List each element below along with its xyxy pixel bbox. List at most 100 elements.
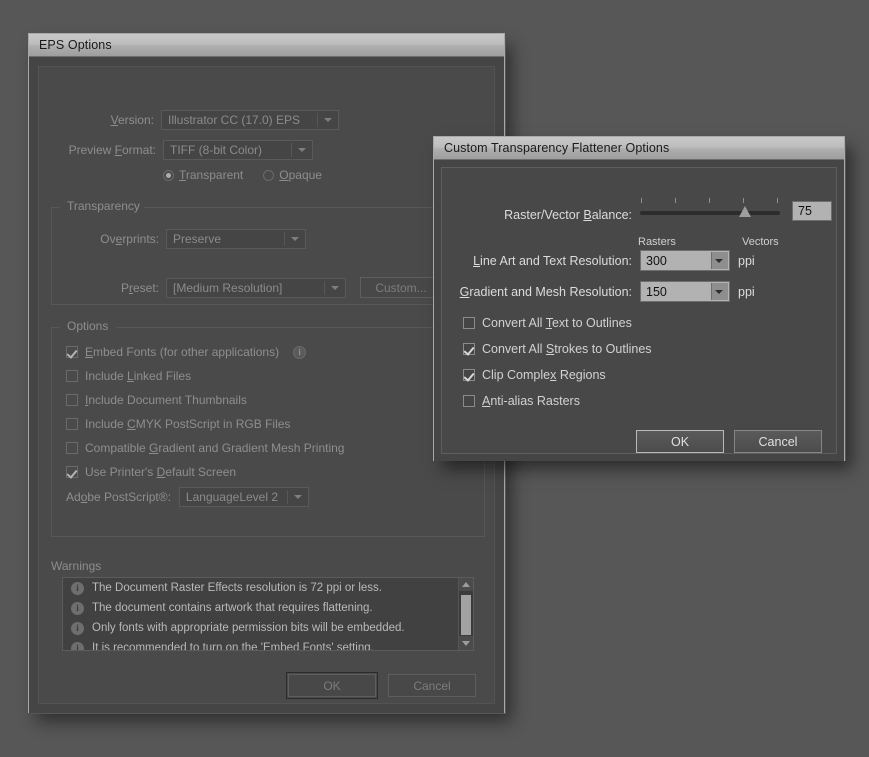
warnings-list[interactable]: i The Document Raster Effects resolution… [62,577,474,651]
checkbox-label: Embed Fonts (for other applications) [85,345,280,359]
warning-item: i It is recommended to turn on the 'Embe… [63,638,473,651]
info-icon: i [71,601,84,615]
checkbox-row[interactable]: Clip Complex Regions [463,368,803,382]
checkbox-compatible-gradient[interactable] [66,442,78,454]
slider-max-label: Vectors [742,236,779,248]
scrollbar-thumb[interactable] [461,595,471,635]
checkbox-convert-strokes-to-outlines[interactable] [463,343,475,355]
warnings-scrollbar[interactable] [458,578,473,650]
line-art-dropdown[interactable]: 300 [640,250,730,271]
transparency-legend: Transparency [62,199,145,213]
options-group: Options Embed Fonts (for other applicati… [51,319,486,537]
scroll-down-button[interactable] [459,636,473,650]
flattener-ok-button[interactable]: OK [636,430,724,453]
warning-text: It is recommended to turn on the 'Embed … [92,642,374,651]
postscript-dropdown[interactable]: LanguageLevel 2 [178,487,309,507]
postscript-value: LanguageLevel 2 [185,490,279,504]
checkbox-label: Include Document Thumbnails [85,393,247,407]
checkbox-row[interactable]: Compatible Gradient and Gradient Mesh Pr… [66,441,466,455]
options-checkbox-list: Embed Fonts (for other applications) i I… [66,345,466,489]
balance-value-input[interactable]: 75 [792,201,832,221]
gradient-dropdown[interactable]: 150 [640,281,730,302]
eps-button-bar: OK Cancel [286,672,476,699]
flattener-options-dialog: Custom Transparency Flattener Options Ra… [433,136,845,461]
version-dropdown[interactable]: Illustrator CC (17.0) EPS [160,110,339,130]
checkbox-use-printers-default-screen[interactable] [66,466,78,478]
checkbox-anti-alias-rasters[interactable] [463,395,475,407]
checkbox-embed-fonts[interactable] [66,346,78,358]
slider-min-label: Rasters [638,236,676,248]
checkbox-row[interactable]: Convert All Text to Outlines [463,316,803,330]
flattener-checkbox-list: Convert All Text to Outlines Convert All… [463,316,803,418]
checkbox-row[interactable]: Include CMYK PostScript in RGB Files [66,417,466,431]
gradient-label: Gradient and Mesh Resolution: [459,285,632,299]
checkbox-label: Convert All Strokes to Outlines [482,342,652,356]
checkbox-row[interactable]: Convert All Strokes to Outlines [463,342,803,356]
checkbox-include-cmyk-postscript[interactable] [66,418,78,430]
eps-cancel-button[interactable]: Cancel [388,674,476,697]
checkbox-label: Include Linked Files [85,369,192,383]
checkbox-include-document-thumbnails[interactable] [66,394,78,406]
preset-sep [324,280,325,295]
radio-opaque[interactable] [263,169,275,181]
overprints-sep [284,232,285,246]
checkbox-row[interactable]: Use Printer's Default Screen [66,465,466,479]
checkbox-label: Compatible Gradient and Gradient Mesh Pr… [85,441,345,455]
preset-dropdown[interactable]: [Medium Resolution] [166,277,346,298]
chevron-down-icon [331,285,339,290]
options-legend: Options [62,319,114,333]
chevron-down-icon [324,118,332,122]
postscript-label: Adobe PostScript®: [66,490,171,504]
checkbox-label: Include CMYK PostScript in RGB Files [85,417,291,431]
checkbox-label: Convert All Text to Outlines [482,316,632,330]
balance-value-text: 75 [798,204,812,218]
slider-track[interactable] [640,211,780,215]
warnings-section: Warnings i The Document Raster Effects r… [51,559,485,651]
eps-ok-button[interactable]: OK [286,672,378,699]
warning-text: The Document Raster Effects resolution i… [92,582,382,594]
radio-opaque-label: Opaque [279,168,322,182]
overprints-dropdown[interactable]: Preserve [166,229,306,249]
eps-dialog-title: EPS Options [39,38,112,52]
preset-value: [Medium Resolution] [173,280,283,295]
info-icon: i [71,581,84,595]
chevron-down-icon [715,289,723,294]
chevron-down-icon [715,258,723,263]
balance-label: Raster/Vector Balance: [504,208,632,222]
warning-item: i The document contains artwork that req… [63,598,473,618]
preview-format-value: TIFF (8-bit Color) [170,143,263,157]
slider-thumb[interactable] [739,206,751,217]
checkbox-label: Use Printer's Default Screen [85,465,237,479]
flattener-dialog-title: Custom Transparency Flattener Options [444,141,670,155]
checkbox-row[interactable]: Include Document Thumbnails [66,393,466,407]
eps-dialog-titlebar: EPS Options [29,34,504,57]
info-icon[interactable]: i [293,345,307,359]
checkbox-row[interactable]: Include Linked Files [66,369,466,383]
preset-label: Preset: [120,280,159,295]
checkbox-label: Anti-alias Rasters [482,394,580,408]
checkbox-convert-text-to-outlines[interactable] [463,317,475,329]
line-art-value: 300 [646,253,667,268]
preview-format-label: Preview Format: [68,143,156,157]
flattener-cancel-button[interactable]: Cancel [734,430,822,453]
warning-text: The document contains artwork that requi… [92,602,373,614]
custom-button[interactable]: Custom... [360,277,442,298]
balance-slider[interactable] [640,198,780,232]
preview-format-dropdown[interactable]: TIFF (8-bit Color) [163,140,313,160]
radio-transparent[interactable] [163,169,174,181]
warning-text: Only fonts with appropriate permission b… [92,622,405,634]
warnings-legend: Warnings [51,559,102,573]
checkbox-include-linked-files[interactable] [66,370,78,382]
flattener-button-bar: OK Cancel [636,430,822,453]
transparency-group: Transparency Overprints: Preserve Preset… [51,199,486,305]
triangle-down-icon [462,640,470,646]
info-icon: i [71,621,84,635]
overprints-value: Preserve [173,232,222,246]
scroll-up-button[interactable] [459,578,473,592]
version-sep [317,113,318,127]
checkbox-clip-complex-regions[interactable] [463,369,475,381]
checkbox-row[interactable]: Anti-alias Rasters [463,394,803,408]
checkbox-row[interactable]: Embed Fonts (for other applications) i [66,345,466,359]
chevron-down-icon [293,495,302,499]
chevron-down-icon [291,237,299,241]
